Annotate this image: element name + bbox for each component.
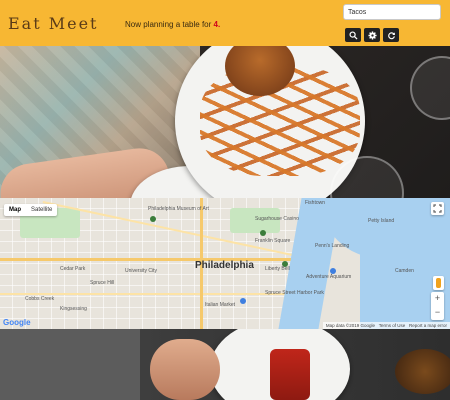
map-type-map[interactable]: Map — [4, 204, 26, 216]
map-label: Sugarhouse Casino — [255, 216, 299, 222]
map-marker[interactable] — [240, 298, 246, 304]
map-label: Kingsessing — [60, 306, 87, 312]
city-label: Philadelphia — [195, 260, 254, 271]
settings-button[interactable] — [364, 28, 380, 42]
map-marker[interactable] — [260, 230, 266, 236]
map-label: Spruce Hill — [90, 280, 115, 286]
map-label: Liberty Bell — [265, 266, 290, 272]
map-label: Italian Market — [205, 302, 236, 308]
street-view-pegman[interactable] — [433, 276, 444, 290]
hero-photo-bottom — [0, 329, 450, 400]
logo: Eat Meet — [8, 14, 99, 33]
map-data-text: Map data ©2019 Google — [325, 323, 376, 328]
hero-photo-top — [0, 46, 450, 198]
terms-link[interactable]: Terms of Use — [379, 323, 406, 328]
refresh-button[interactable] — [383, 28, 399, 42]
google-logo: Google — [3, 318, 31, 327]
table-size: 4. — [213, 20, 221, 29]
map-label: Adventure Aquarium — [306, 274, 352, 280]
zoom-control: + − — [431, 292, 444, 320]
map-type-control: Map Satellite — [4, 204, 58, 216]
water-glass — [410, 56, 450, 120]
map-marker[interactable] — [150, 216, 156, 222]
map-label: Spruce Street Harbor Park — [265, 290, 324, 296]
diner-shirt — [0, 329, 140, 400]
map-label: Cobbs Creek — [25, 296, 55, 302]
map-label: Petty Island — [368, 218, 395, 224]
zoom-out-button[interactable]: − — [431, 306, 444, 320]
map-type-satellite[interactable]: Satellite — [26, 204, 57, 216]
search-button[interactable] — [345, 28, 361, 42]
ketchup-bottle — [270, 349, 310, 400]
diner-hand — [150, 339, 220, 400]
map-label: Camden — [395, 268, 414, 274]
tagline: Now planning a table for 4. — [125, 20, 220, 29]
road — [0, 293, 300, 295]
map-label: Fishtown — [305, 200, 326, 206]
map-label: Penn's Landing — [315, 243, 350, 249]
gear-icon — [367, 30, 377, 40]
map-attribution: Map data ©2019 Google Terms of Use Repor… — [322, 322, 450, 329]
header: Eat Meet Now planning a table for 4. — [0, 0, 450, 46]
road — [0, 258, 300, 261]
map-label: Franklin Square — [255, 238, 291, 244]
map-label: University City — [125, 268, 157, 274]
fullscreen-button[interactable] — [431, 202, 444, 215]
fullscreen-icon — [433, 204, 442, 213]
report-error-link[interactable]: Report a map error — [409, 323, 447, 328]
tagline-text: Now planning a table for — [125, 20, 212, 29]
map[interactable]: Philadelphia Museum of Art Franklin Squa… — [0, 198, 450, 329]
refresh-icon — [387, 31, 395, 39]
map-label: Cedar Park — [60, 266, 86, 272]
search-icon — [348, 30, 358, 40]
grilled-food — [395, 349, 450, 394]
zoom-in-button[interactable]: + — [431, 292, 444, 306]
search-input[interactable] — [343, 4, 441, 20]
map-label: Philadelphia Museum of Art — [148, 206, 209, 212]
